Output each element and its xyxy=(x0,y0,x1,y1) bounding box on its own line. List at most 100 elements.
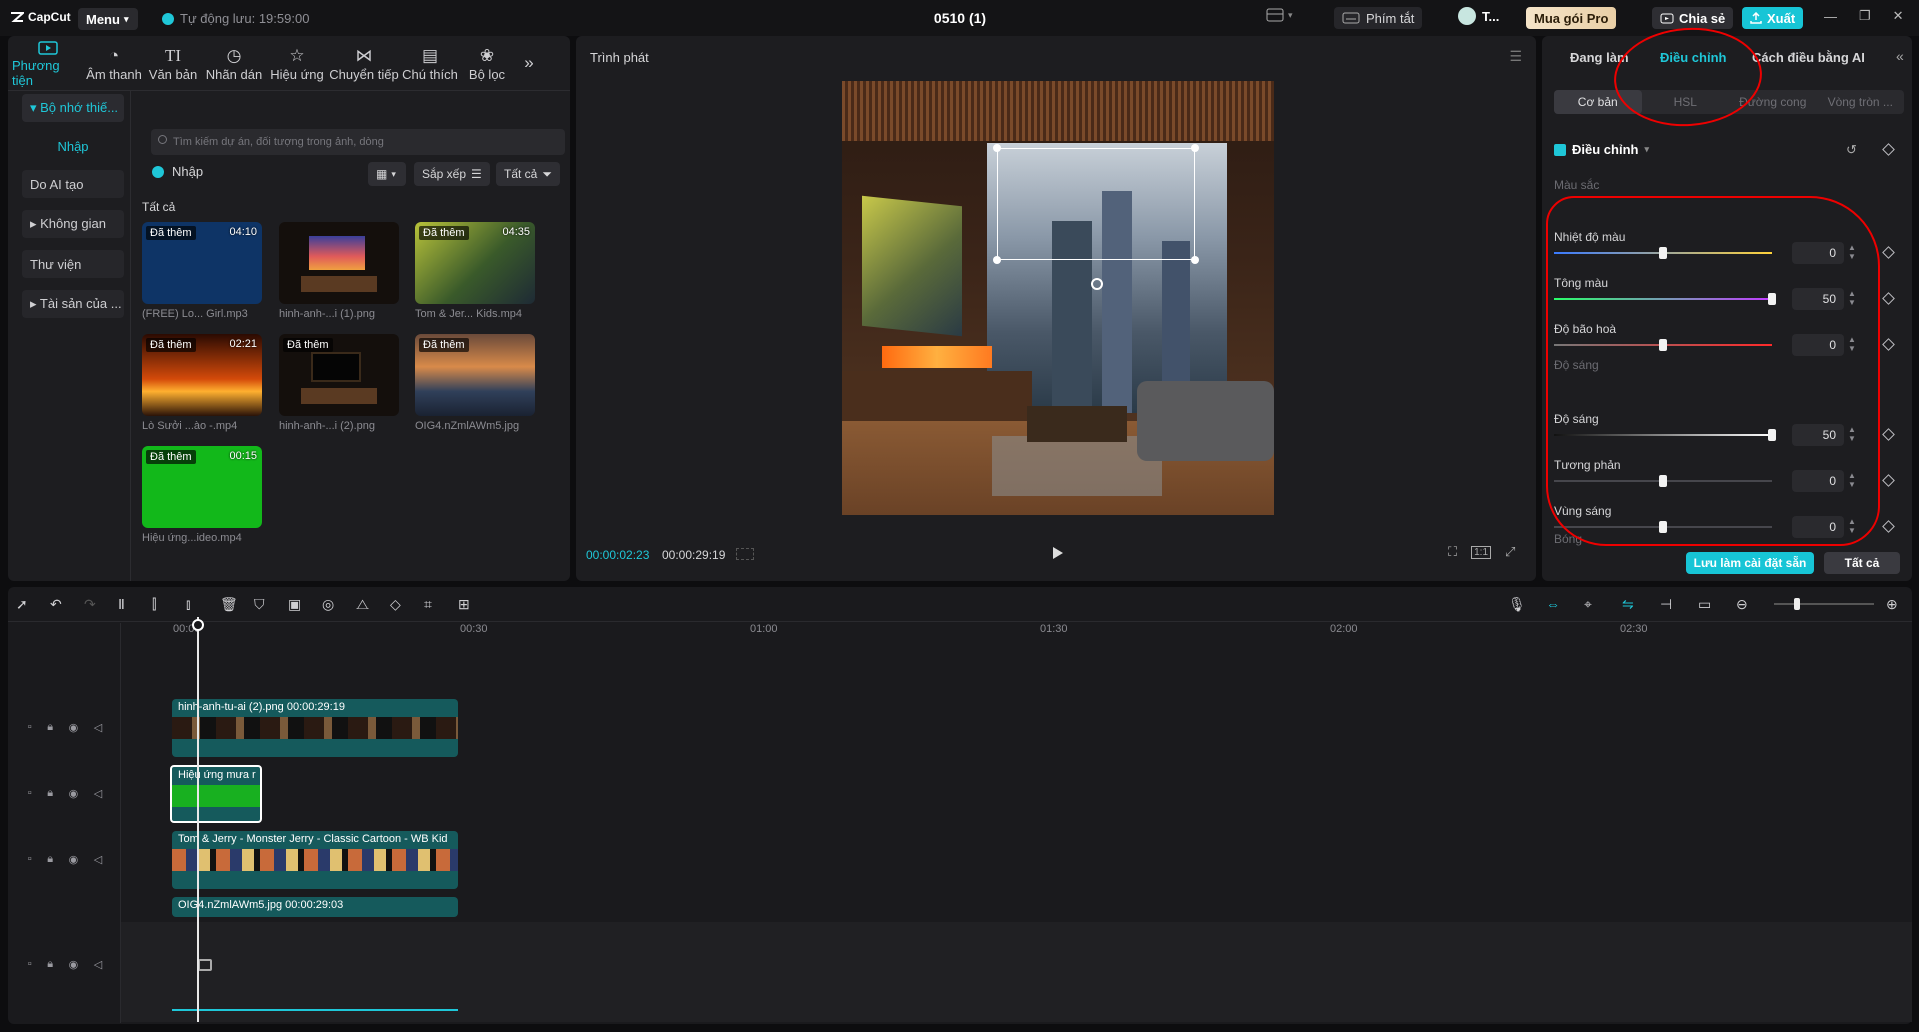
mirror-icon[interactable]: ⧍ xyxy=(356,591,382,617)
microphone-icon[interactable]: 🎙 xyxy=(1508,591,1534,617)
reset-icon[interactable]: ↺ xyxy=(1846,142,1857,158)
project-title[interactable]: 0510 (1) xyxy=(880,10,1040,26)
lock-icon[interactable]: 🔒︎ xyxy=(47,853,53,866)
selection-box[interactable] xyxy=(997,148,1195,260)
user-account[interactable]: T... xyxy=(1458,7,1499,25)
media-item[interactable]: Đã thêm 04:35 Tom & Jer... Kids.mp4 xyxy=(415,222,539,320)
sidebar-item-my-assets[interactable]: ▸ Tài sản của ... xyxy=(22,290,124,318)
undo-icon[interactable]: ↶ xyxy=(50,591,76,617)
tab-media[interactable]: Phương tiện xyxy=(12,38,84,88)
value-input[interactable]: 0 xyxy=(1792,242,1844,264)
sidebar-item-import[interactable]: Nhập xyxy=(22,132,124,160)
sort-button[interactable]: Sắp xếp ☰ xyxy=(414,162,490,186)
value-input[interactable]: 0 xyxy=(1792,334,1844,356)
stepper-icon[interactable]: ▲ ▼ xyxy=(1846,335,1858,353)
zoom-slider[interactable] xyxy=(1774,598,1874,610)
ai-tool-icon[interactable]: ⊞ xyxy=(458,591,484,617)
tab-filters[interactable]: ❀ Bộ lọc xyxy=(460,38,514,88)
aspect-ratio-button[interactable]: 1:1 xyxy=(1471,545,1492,559)
stepper-icon[interactable]: ▲ ▼ xyxy=(1846,425,1858,443)
collapse-panel-icon[interactable]: « xyxy=(1896,48,1904,64)
import-button[interactable]: Nhập xyxy=(152,164,203,179)
select-tool-icon[interactable]: ➚ xyxy=(16,591,42,617)
stepper-icon[interactable]: ▲ ▼ xyxy=(1846,289,1858,307)
resize-handle[interactable] xyxy=(993,144,1001,152)
lock-icon[interactable]: 🔒︎ xyxy=(47,721,53,734)
menu-button[interactable]: Menu ▾ xyxy=(78,8,138,30)
video-preview[interactable] xyxy=(842,81,1274,515)
tab-transitions[interactable]: ⋈ Chuyển tiếp xyxy=(328,38,400,88)
fullscreen-focus-icon[interactable]: ⛶ xyxy=(1448,544,1457,560)
slider-knob[interactable] xyxy=(1659,521,1667,533)
keyframe-icon[interactable] xyxy=(1882,246,1895,259)
filter-all-button[interactable]: Tất cả ⏷ xyxy=(496,162,560,186)
split-left-icon[interactable]: ⫿ xyxy=(152,591,178,617)
media-item[interactable]: Đã thêm 00:15 Hiệu ứng...ideo.mp4 xyxy=(142,446,266,544)
keyframe-icon[interactable] xyxy=(1882,338,1895,351)
zoom-out-icon[interactable]: ⊖ xyxy=(1736,591,1762,617)
speaker-icon[interactable]: ◁ xyxy=(94,787,102,800)
timeline-clip-video[interactable]: Tom & Jerry - Monster Jerry - Classic Ca… xyxy=(172,831,458,889)
keyframe-icon[interactable] xyxy=(1882,143,1895,156)
close-icon[interactable]: ✕ xyxy=(1893,8,1904,24)
timeline-clip-image[interactable]: hinh-anh-tu-ai (2).png 00:00:29:19 xyxy=(172,699,458,757)
resize-handle[interactable] xyxy=(1191,144,1199,152)
preview-axis-icon[interactable]: ▭ xyxy=(1698,591,1724,617)
crop-icon[interactable]: ⌗ xyxy=(424,591,450,617)
redo-icon[interactable]: ↷ xyxy=(84,591,110,617)
resize-handle[interactable] xyxy=(1191,256,1199,264)
view-mode-button[interactable]: ▦ ▾ xyxy=(368,162,406,186)
speaker-icon[interactable]: ◁ xyxy=(94,958,102,971)
track-cover-icon[interactable]: ▫ xyxy=(28,721,32,733)
player-menu-icon[interactable]: ☰ xyxy=(1509,48,1522,65)
stepper-icon[interactable]: ▲ ▼ xyxy=(1846,517,1858,535)
shortcuts-button[interactable]: Phím tắt xyxy=(1334,7,1423,29)
media-item[interactable]: hinh-anh-...i (1).png xyxy=(279,222,403,320)
snap-icon[interactable]: ⌖ xyxy=(1584,591,1610,617)
more-tabs-button[interactable]: » xyxy=(514,38,544,88)
speaker-icon[interactable]: ◁ xyxy=(94,721,102,734)
timeline-clip-image[interactable]: OIG4.nZmlAWm5.jpg 00:00:29:03 xyxy=(172,897,458,917)
expand-icon[interactable]: ⤢ xyxy=(1505,544,1515,560)
slider-track[interactable] xyxy=(1554,298,1772,300)
sidebar-item-library[interactable]: Thư viện xyxy=(22,250,124,278)
zoom-in-icon[interactable]: ⊕ xyxy=(1886,591,1912,617)
keyframe-icon[interactable] xyxy=(1882,520,1895,533)
tab-editing[interactable]: Đang làm xyxy=(1570,50,1629,65)
value-input[interactable]: 0 xyxy=(1792,516,1844,538)
track-cover-icon[interactable]: ▫ xyxy=(28,958,32,970)
slider-knob[interactable] xyxy=(1768,429,1776,441)
eye-icon[interactable]: ◉ xyxy=(69,853,79,866)
lock-icon[interactable]: 🔒︎ xyxy=(47,787,53,800)
keyframe-icon[interactable] xyxy=(1882,428,1895,441)
layout-button[interactable]: ▾ xyxy=(1266,8,1293,22)
split-preview-icon[interactable]: ⊣ xyxy=(1660,591,1686,617)
playhead-handle[interactable] xyxy=(192,619,204,631)
keyframe-icon[interactable] xyxy=(1882,292,1895,305)
speaker-icon[interactable]: ◁ xyxy=(94,853,102,866)
eye-icon[interactable]: ◉ xyxy=(69,787,79,800)
value-input[interactable]: 50 xyxy=(1792,424,1844,446)
sidebar-item-device-storage[interactable]: ▾ Bộ nhớ thiế... xyxy=(22,94,124,122)
eye-icon[interactable]: ◉ xyxy=(69,958,79,971)
waveform-icon[interactable] xyxy=(736,548,754,560)
tab-effects[interactable]: ☆ Hiệu ứng xyxy=(266,38,328,88)
magnet-icon[interactable]: ⇋ xyxy=(1622,591,1648,617)
restore-icon[interactable]: ❐ xyxy=(1859,8,1871,24)
search-input[interactable]: Tìm kiếm dự án, đối tượng trong ảnh, dòn… xyxy=(151,129,565,155)
zoom-slider-knob[interactable] xyxy=(1794,598,1800,610)
media-item[interactable]: Đã thêm 04:10 (FREE) Lo... Girl.mp3 xyxy=(142,222,266,320)
split-icon[interactable]: Ⅱ xyxy=(118,591,144,617)
subtab-basic[interactable]: Cơ bản xyxy=(1554,90,1642,114)
tab-ai-adjust[interactable]: Cách điều bằng AI xyxy=(1752,50,1865,65)
subtab-curves[interactable]: Đường cong xyxy=(1729,90,1817,114)
split-right-icon[interactable]: ⫾ xyxy=(186,591,212,617)
tab-adjust[interactable]: Điều chỉnh xyxy=(1660,50,1726,65)
slider-track[interactable] xyxy=(1554,434,1772,436)
export-button[interactable]: Xuất xyxy=(1742,7,1804,29)
save-preset-button[interactable]: Lưu làm cài đặt sẵn xyxy=(1686,552,1814,574)
lock-icon[interactable]: 🔒︎ xyxy=(47,958,53,971)
timeline-clip-effect[interactable]: Hiệu ứng mưa r xyxy=(170,765,262,823)
track-cover-icon[interactable]: ▫ xyxy=(28,787,32,799)
media-item[interactable]: Đã thêm OIG4.nZmlAWm5.jpg xyxy=(415,334,539,432)
